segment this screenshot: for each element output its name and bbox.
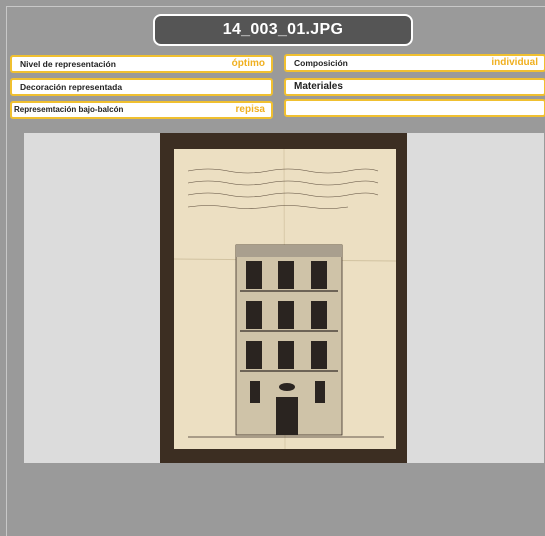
field-materiales-label: Materiales	[294, 81, 343, 92]
field-nivel-value: óptimo	[231, 58, 265, 69]
field-bajo-balcon[interactable]: Represemtación bajo-balcón repisa	[10, 101, 273, 119]
field-blank[interactable]	[284, 99, 545, 117]
field-bajo-balcon-label: Represemtación bajo-balcón	[14, 105, 124, 114]
field-decoracion-label: Decoración representada	[20, 82, 123, 92]
image-title: 14_003_01.JPG	[153, 14, 413, 46]
field-composicion[interactable]: Composición individual	[284, 54, 545, 72]
field-materiales[interactable]: Materiales	[284, 78, 545, 96]
field-composicion-label: Composición	[294, 58, 348, 68]
field-nivel-label: Nivel de representación	[20, 59, 116, 69]
field-nivel[interactable]: Nivel de representación óptimo	[10, 55, 273, 73]
facade-drawing	[174, 149, 396, 449]
architectural-drawing-image	[160, 133, 407, 463]
field-bajo-balcon-value: repisa	[235, 104, 265, 115]
image-viewer[interactable]	[24, 133, 544, 463]
drawing-paper	[174, 149, 396, 449]
field-decoracion[interactable]: Decoración representada	[10, 78, 273, 96]
field-composicion-value: individual	[491, 57, 538, 68]
